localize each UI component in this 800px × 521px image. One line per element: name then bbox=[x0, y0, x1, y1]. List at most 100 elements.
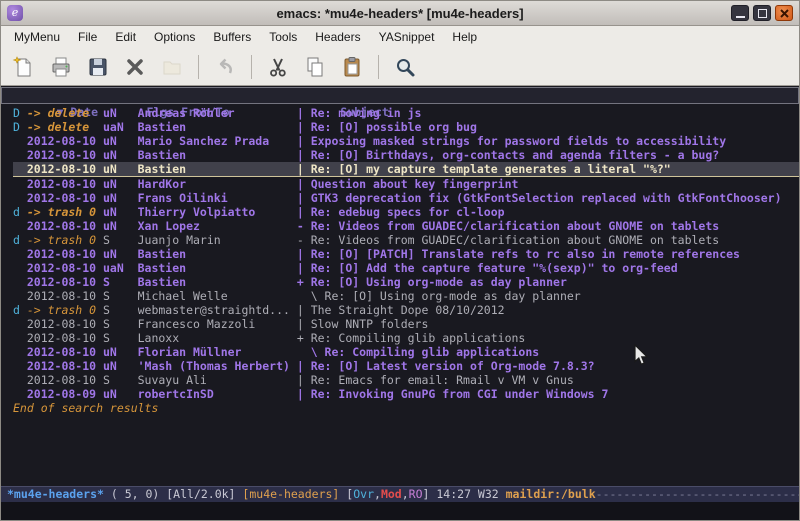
row-from: Bastien bbox=[138, 162, 297, 176]
row-thread: | bbox=[297, 191, 311, 205]
row-date: 2012-08-10 bbox=[27, 148, 103, 162]
row-flags: uN bbox=[103, 205, 138, 219]
mode-line[interactable]: *mu4e-headers* ( 5, 0) [All/2.0k] [mu4e-… bbox=[1, 486, 799, 502]
row-subject: Re: [O] [PATCH] Translate refs to rc als… bbox=[311, 247, 740, 261]
row-subject: GTK3 deprecation fix (GtkFontSelection r… bbox=[311, 191, 782, 205]
row-mark: D bbox=[13, 120, 27, 134]
minimize-button[interactable] bbox=[731, 5, 749, 21]
row-date: 2012-08-10 bbox=[27, 373, 103, 387]
search-button[interactable] bbox=[390, 52, 420, 82]
maximize-button[interactable] bbox=[753, 5, 771, 21]
menu-item-tools[interactable]: Tools bbox=[260, 27, 306, 47]
table-row[interactable]: 2012-08-10uNFrans Oilinki| GTK3 deprecat… bbox=[13, 191, 799, 205]
row-subject: Re: [O] Using org-mode as day planner bbox=[325, 289, 581, 303]
row-subject: Re: [O] Birthdays, org-contacts and agen… bbox=[311, 148, 720, 162]
menu-item-file[interactable]: File bbox=[69, 27, 106, 47]
title-bar: e emacs: *mu4e-headers* [mu4e-headers] bbox=[1, 1, 799, 26]
row-subject: The Straight Dope 08/10/2012 bbox=[311, 303, 505, 317]
table-row[interactable]: 2012-08-10SFrancesco Mazzoli| Slow NNTP … bbox=[13, 317, 799, 331]
table-row[interactable]: d-> trash 0SJuanjo Marin- Re: Videos fro… bbox=[13, 233, 799, 247]
end-of-results-text: End of search results bbox=[13, 401, 799, 415]
undo-icon bbox=[213, 55, 237, 79]
row-flags: uN bbox=[103, 387, 138, 401]
echo-area[interactable] bbox=[1, 502, 799, 520]
print-button[interactable] bbox=[46, 52, 76, 82]
modeline-plain: , bbox=[402, 487, 409, 501]
row-from: HardKor bbox=[138, 177, 297, 191]
emacs-icon: e bbox=[7, 5, 23, 21]
cut-button[interactable] bbox=[263, 52, 293, 82]
search-icon bbox=[393, 55, 417, 79]
menu-item-options[interactable]: Options bbox=[145, 27, 204, 47]
table-row[interactable]: 2012-08-10uaNBastien| Re: [O] Add the ca… bbox=[13, 261, 799, 275]
paste-button[interactable] bbox=[337, 52, 367, 82]
copy-button[interactable] bbox=[300, 52, 330, 82]
row-from: Frans Oilinki bbox=[138, 191, 297, 205]
row-thread: | bbox=[297, 373, 311, 387]
row-date: -> delete bbox=[27, 120, 103, 134]
row-from: webmaster@straightd... bbox=[138, 303, 297, 317]
emacs-frame: e emacs: *mu4e-headers* [mu4e-headers] M… bbox=[0, 0, 800, 521]
row-date: 2012-08-10 bbox=[27, 317, 103, 331]
table-row[interactable]: d-> trash 0uNThierry Volpiatto| Re: edeb… bbox=[13, 205, 799, 219]
open-folder-icon bbox=[160, 55, 184, 79]
table-row[interactable]: 2012-08-09uNrobertcInSD| Re: Invoking Gn… bbox=[13, 387, 799, 401]
row-mark: d bbox=[13, 303, 27, 317]
row-date: 2012-08-10 bbox=[27, 275, 103, 289]
menu-item-yasnippet[interactable]: YASnippet bbox=[370, 27, 444, 47]
row-subject: Re: Compiling glib applications bbox=[311, 331, 526, 345]
row-flags: uN bbox=[103, 191, 138, 205]
table-row[interactable]: 2012-08-10uNXan Lopez- Re: Videos from G… bbox=[13, 219, 799, 233]
row-from: Mario Sanchez Prada bbox=[138, 134, 297, 148]
table-row[interactable]: d-> trash 0Swebmaster@straightd...| The … bbox=[13, 303, 799, 317]
row-thread: | bbox=[297, 162, 311, 176]
row-thread: | bbox=[297, 148, 311, 162]
menu-item-edit[interactable]: Edit bbox=[106, 27, 145, 47]
row-from: 'Mash (Thomas Herbert) bbox=[138, 359, 297, 373]
table-row[interactable]: 2012-08-10uNHardKor| Question about key … bbox=[13, 177, 799, 191]
modeline-plain: ( 5, 0) [All/2.0k] bbox=[104, 487, 242, 501]
undo-button[interactable] bbox=[210, 52, 240, 82]
row-date: -> delete bbox=[27, 106, 103, 120]
row-thread: | bbox=[297, 387, 311, 401]
menu-item-headers[interactable]: Headers bbox=[306, 27, 369, 47]
open-folder-button[interactable] bbox=[157, 52, 187, 82]
row-flags: uN bbox=[103, 148, 138, 162]
modeline-maildir: maildir:/bulk bbox=[506, 487, 596, 501]
print-icon bbox=[49, 55, 73, 79]
table-row[interactable]: 2012-08-10uNFlorian Müllner \ Re: Compil… bbox=[13, 345, 799, 359]
close-button[interactable] bbox=[775, 5, 793, 21]
table-row[interactable]: 2012-08-10uNBastien| Re: [O] Birthdays, … bbox=[13, 148, 799, 162]
row-thread: | bbox=[297, 317, 311, 331]
table-row[interactable]: 2012-08-10SSuvayu Ali| Re: Emacs for ema… bbox=[13, 373, 799, 387]
close-icon bbox=[780, 9, 789, 18]
row-subject: Re: Compiling glib applications bbox=[325, 345, 540, 359]
toolbar-separator bbox=[378, 55, 379, 79]
close-buffer-button[interactable] bbox=[120, 52, 150, 82]
row-subject: Re: Videos from GUADEC/clarification abo… bbox=[311, 219, 720, 233]
table-row[interactable]: D-> deleteuNAndreas Röhler| Re: moving i… bbox=[13, 106, 799, 120]
table-row[interactable]: 2012-08-10uNBastien| Re: [O] my capture … bbox=[13, 162, 799, 177]
table-row[interactable]: 2012-08-10SMichael Welle \ Re: [O] Using… bbox=[13, 289, 799, 303]
row-flags: S bbox=[103, 303, 138, 317]
window-buttons bbox=[731, 5, 793, 21]
menu-item-buffers[interactable]: Buffers bbox=[204, 27, 260, 47]
table-row[interactable]: 2012-08-10uN'Mash (Thomas Herbert)| Re: … bbox=[13, 359, 799, 373]
table-row[interactable]: D-> deleteuaNBastien| Re: [O] possible o… bbox=[13, 120, 799, 134]
menu-item-mymenu[interactable]: MyMenu bbox=[5, 27, 69, 47]
row-flags: uN bbox=[103, 134, 138, 148]
row-from: robertcInSD bbox=[138, 387, 297, 401]
toolbar-separator bbox=[251, 55, 252, 79]
table-row[interactable]: 2012-08-10uNMario Sanchez Prada| Exposin… bbox=[13, 134, 799, 148]
save-button[interactable] bbox=[83, 52, 113, 82]
table-row[interactable]: 2012-08-10SLanoxx+ Re: Compiling glib ap… bbox=[13, 331, 799, 345]
menu-item-help[interactable]: Help bbox=[443, 27, 486, 47]
table-row[interactable]: 2012-08-10SBastien+ Re: [O] Using org-mo… bbox=[13, 275, 799, 289]
new-file-button[interactable] bbox=[9, 52, 39, 82]
row-subject: Question about key fingerprint bbox=[311, 177, 519, 191]
table-row[interactable]: 2012-08-10uNBastien| Re: [O] [PATCH] Tra… bbox=[13, 247, 799, 261]
row-flags: uN bbox=[103, 219, 138, 233]
row-flags: S bbox=[103, 373, 138, 387]
row-thread: - bbox=[297, 219, 311, 233]
row-flags: uaN bbox=[103, 261, 138, 275]
